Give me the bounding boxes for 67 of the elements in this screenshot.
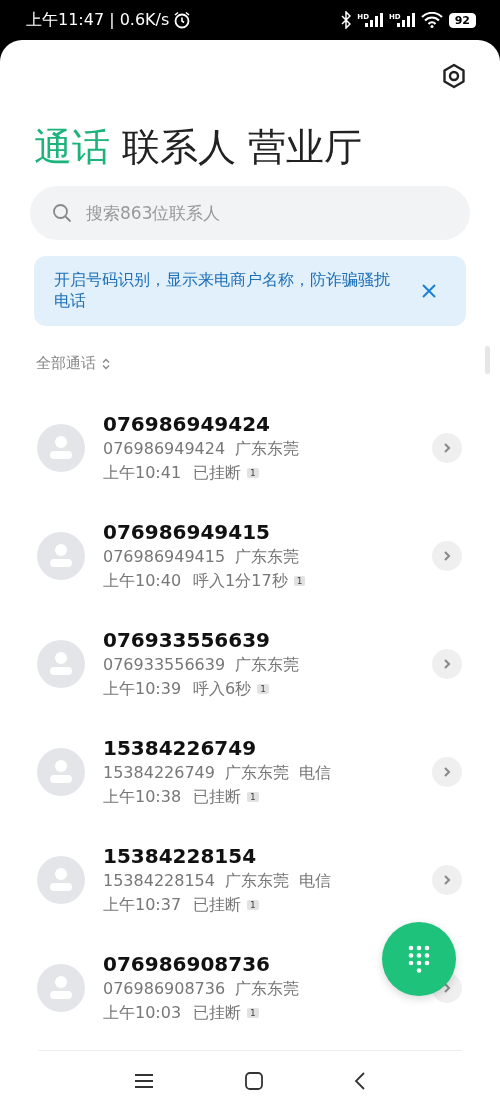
call-count: 1: [257, 683, 270, 694]
scrollbar: [485, 345, 490, 374]
caller-number[interactable]: 076986908736: [103, 950, 270, 977]
avatar-icon: [37, 639, 85, 688]
call-status: 呼入1分17秒: [193, 569, 288, 592]
details-button[interactable]: [432, 864, 462, 895]
call-status: 已挂断: [193, 461, 242, 484]
call-time: 上午10:38: [103, 785, 182, 808]
caller-location: 076986949415 广东东莞: [103, 545, 300, 568]
call-time: 上午10:37: [103, 893, 182, 916]
call-count: 1: [247, 1007, 259, 1018]
search-input[interactable]: 搜索863位联系人: [84, 202, 448, 224]
dialpad-icon: [406, 944, 432, 974]
call-count: 1: [293, 575, 306, 586]
status-time: 上午11:47 | 0.6K/s: [26, 9, 170, 31]
call-time: 上午10:40: [103, 569, 182, 592]
caller-location: 076986908736 广东东莞: [103, 977, 300, 1000]
details-button[interactable]: [432, 648, 462, 679]
menu-icon[interactable]: [133, 1073, 154, 1089]
back-icon[interactable]: [354, 1072, 367, 1090]
caller-number[interactable]: 15384226749: [103, 734, 257, 761]
avatar-icon: [37, 963, 85, 1012]
caller-number[interactable]: 076986949424: [103, 410, 270, 437]
call-time: 上午10:41: [103, 461, 182, 484]
call-status: 呼入6秒: [193, 677, 252, 700]
call-filter-dropdown[interactable]: 全部通话: [36, 354, 96, 374]
banner-text: 开启号码识别，显示来电商户名称，防诈骗骚扰电话: [54, 270, 391, 312]
call-count: 1: [247, 899, 259, 910]
avatar-icon: [37, 531, 85, 580]
call-time: 上午10:03: [103, 1001, 182, 1024]
details-button[interactable]: [432, 756, 462, 787]
caller-number[interactable]: 15384228154: [103, 842, 257, 869]
tab[interactable]: 联系人: [122, 121, 236, 173]
wifi-icon: [420, 12, 443, 28]
avatar-icon: [37, 747, 85, 796]
search-icon: [52, 203, 72, 223]
chevron-right-icon: [442, 873, 452, 886]
battery-indicator: 92: [448, 12, 476, 28]
chevron-right-icon: [442, 765, 452, 778]
close-icon[interactable]: [422, 283, 436, 298]
caller-number[interactable]: 076933556639: [103, 626, 270, 653]
dialpad-button[interactable]: [382, 922, 456, 996]
call-time: 上午10:39: [103, 677, 182, 700]
caller-location: 076986949424 广东东莞: [103, 437, 300, 460]
search-field[interactable]: 搜索863位联系人: [30, 186, 470, 240]
tab[interactable]: 营业厅: [248, 121, 362, 173]
caller-location: 15384226749 广东东莞 电信: [103, 761, 332, 784]
call-count: 1: [247, 467, 259, 478]
avatar-icon: [37, 423, 85, 472]
caller-number[interactable]: 076986949415: [103, 518, 270, 545]
chevron-right-icon: [442, 441, 452, 454]
call-status: 已挂断: [193, 893, 242, 916]
details-button[interactable]: [432, 540, 462, 571]
call-status: 已挂断: [193, 1001, 242, 1024]
caller-location: 076933556639 广东东莞: [103, 653, 300, 676]
sort-updown-icon: [102, 357, 110, 370]
details-button[interactable]: [432, 432, 462, 463]
call-count: 1: [247, 791, 259, 802]
call-status: 已挂断: [193, 785, 242, 808]
chevron-right-icon: [442, 657, 452, 670]
bluetooth-icon: [341, 11, 352, 29]
alarm-clock-icon: [173, 11, 192, 29]
chevron-right-icon: [442, 549, 452, 562]
home-icon[interactable]: [245, 1072, 263, 1090]
caller-location: 15384228154 广东东莞 电信: [103, 869, 332, 892]
settings-icon[interactable]: [441, 63, 467, 89]
avatar-icon: [37, 855, 85, 904]
